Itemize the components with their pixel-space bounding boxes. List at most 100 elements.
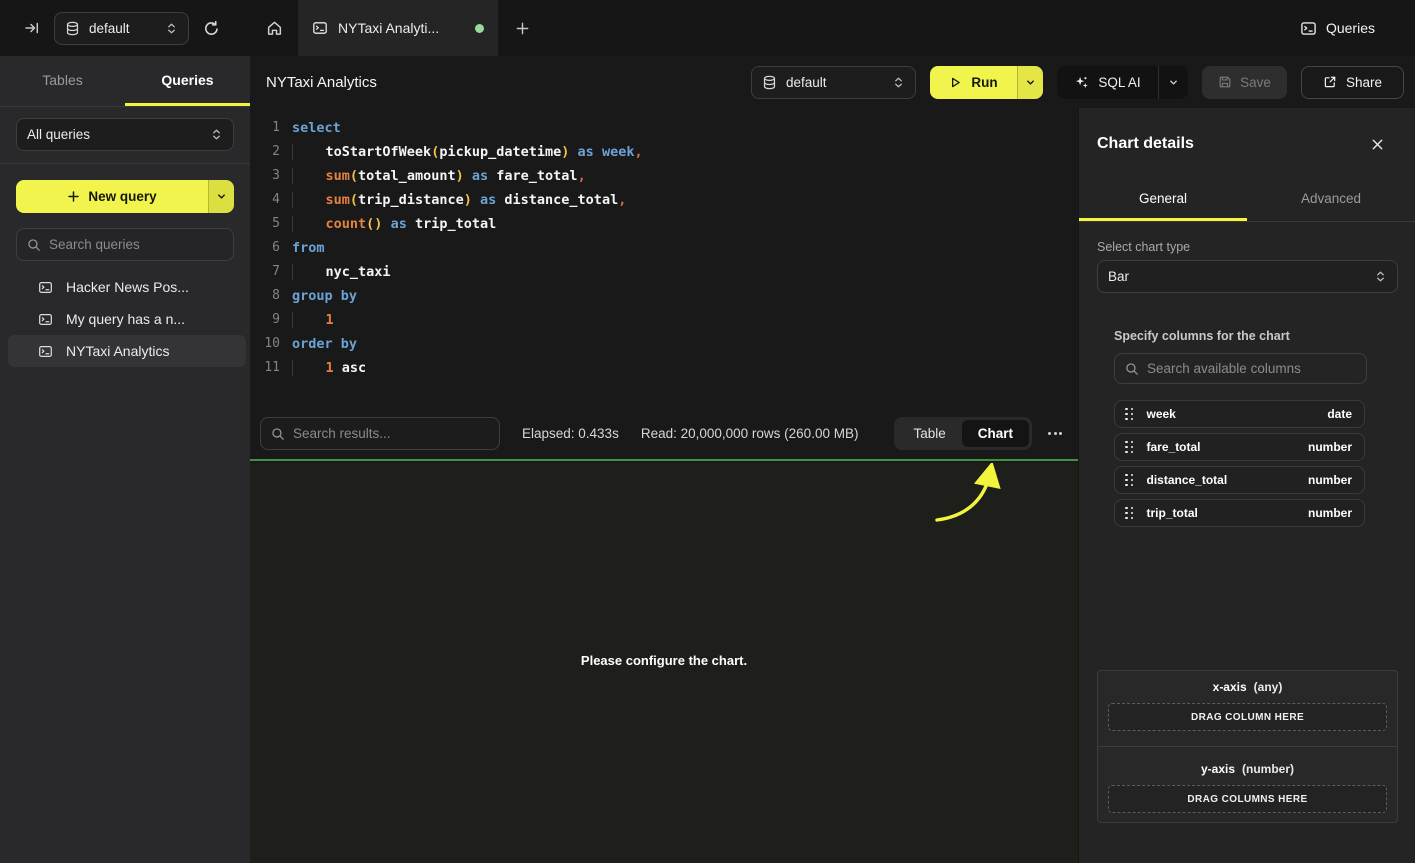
drag-handle-icon[interactable] xyxy=(1125,507,1134,520)
line-number: 4 xyxy=(250,188,280,212)
search-icon xyxy=(271,427,285,441)
close-panel-button[interactable] xyxy=(1370,137,1385,152)
database-selector[interactable]: default xyxy=(54,12,189,45)
x-axis-dropzone[interactable]: DRAG COLUMN HERE xyxy=(1108,703,1387,731)
run-button[interactable]: Run xyxy=(930,66,1017,99)
sql-editor[interactable]: 1234567891011 select toStartOfWeek(picku… xyxy=(250,108,1078,408)
unsaved-changes-dot xyxy=(475,24,484,33)
code-line: select xyxy=(292,116,1078,140)
chart-area: Please configure the chart. xyxy=(250,463,1078,863)
chevron-down-icon xyxy=(1025,77,1036,88)
tab-advanced-label: Advanced xyxy=(1301,191,1361,206)
queries-button[interactable]: Queries xyxy=(1300,20,1375,37)
results-search-input[interactable] xyxy=(293,426,489,441)
share-button[interactable]: Share xyxy=(1301,66,1404,99)
search-icon xyxy=(1125,362,1139,376)
sql-ai-button[interactable]: SQL AI xyxy=(1057,66,1188,99)
home-icon xyxy=(266,20,283,37)
tab-tables[interactable]: Tables xyxy=(0,56,125,106)
code-line: nyc_taxi xyxy=(292,260,1078,284)
view-toggle: Table Chart xyxy=(894,417,1032,450)
chart-type-label: Select chart type xyxy=(1097,240,1397,254)
new-query-split-button: New query xyxy=(16,180,234,213)
column-type: date xyxy=(1327,407,1352,421)
code-line: sum(trip_distance) as distance_total, xyxy=(292,188,1078,212)
query-item-label: Hacker News Pos... xyxy=(66,279,189,295)
y-axis-header: y-axis (number) xyxy=(1098,747,1397,776)
database-icon xyxy=(65,21,80,36)
x-axis-section: x-axis (any) DRAG COLUMN HERE xyxy=(1098,671,1397,746)
drag-handle-icon[interactable] xyxy=(1125,408,1134,421)
line-number: 10 xyxy=(250,332,280,356)
new-tab-button[interactable] xyxy=(498,0,546,56)
query-filter-select[interactable]: All queries xyxy=(16,118,234,151)
code-line: 1 asc xyxy=(292,356,1078,380)
table-view-button[interactable]: Table xyxy=(897,420,961,447)
drag-handle-icon[interactable] xyxy=(1125,474,1134,487)
tab-tables-label: Tables xyxy=(42,72,82,88)
save-button[interactable]: Save xyxy=(1202,66,1287,99)
new-query-button[interactable]: New query xyxy=(16,180,208,213)
tab-nytaxi-analytics[interactable]: NYTaxi Analyti... xyxy=(298,0,498,56)
sql-ai-dropdown[interactable] xyxy=(1158,66,1188,99)
query-list-item[interactable]: NYTaxi Analytics xyxy=(8,335,246,367)
column-type: number xyxy=(1308,506,1352,520)
run-database-selector[interactable]: default xyxy=(751,66,916,99)
sql-ai-label: SQL AI xyxy=(1098,75,1140,90)
refresh-icon xyxy=(203,20,220,37)
query-search-input[interactable] xyxy=(49,237,226,252)
column-row[interactable]: trip_total number xyxy=(1114,499,1365,527)
column-row[interactable]: fare_totalnumber xyxy=(1114,433,1365,461)
sparkle-icon xyxy=(1074,75,1089,90)
plus-icon xyxy=(67,190,80,203)
save-icon xyxy=(1218,75,1232,89)
axis-config-card: x-axis (any) DRAG COLUMN HERE y-axis (nu… xyxy=(1097,670,1398,823)
sidebar-collapse-button[interactable] xyxy=(24,20,40,36)
tab-general[interactable]: General xyxy=(1079,178,1247,221)
query-icon xyxy=(1300,20,1317,37)
column-type: number xyxy=(1308,473,1352,487)
line-number: 2 xyxy=(250,140,280,164)
chart-view-button[interactable]: Chart xyxy=(962,420,1029,447)
chevron-updown-icon xyxy=(210,128,223,141)
line-number: 8 xyxy=(250,284,280,308)
refresh-button[interactable] xyxy=(203,20,220,37)
more-options-button[interactable] xyxy=(1046,426,1064,441)
chevron-down-icon xyxy=(1168,77,1179,88)
query-list-item[interactable]: Hacker News Pos... xyxy=(8,271,246,303)
drag-handle-icon[interactable] xyxy=(1125,441,1134,454)
columns-search xyxy=(1114,353,1367,384)
query-list-item[interactable]: My query has a n... xyxy=(8,303,246,335)
query-icon xyxy=(38,312,53,327)
topbar-right: Queries xyxy=(1300,20,1415,37)
y-axis-dropzone[interactable]: DRAG COLUMNS HERE xyxy=(1108,785,1387,813)
x-axis-header: x-axis (any) xyxy=(1098,671,1397,694)
chart-type-value: Bar xyxy=(1108,269,1365,284)
column-name: trip_total xyxy=(1147,506,1198,520)
home-button[interactable] xyxy=(250,0,298,56)
arrow-to-bar-icon xyxy=(24,20,40,36)
tab-title: NYTaxi Analyti... xyxy=(338,20,439,36)
run-options-button[interactable] xyxy=(1017,66,1043,99)
run-database-value: default xyxy=(786,75,883,90)
new-query-dropdown-button[interactable] xyxy=(208,180,234,213)
chart-details-panel: Chart details General Advanced Select ch… xyxy=(1078,108,1415,863)
chart-type-select[interactable]: Bar xyxy=(1097,260,1398,293)
chevron-down-icon xyxy=(216,191,227,202)
line-number: 3 xyxy=(250,164,280,188)
columns-section-label: Specify columns for the chart xyxy=(1114,329,1397,343)
plus-icon xyxy=(515,21,530,36)
column-row[interactable]: weekdate xyxy=(1114,400,1365,428)
query-icon xyxy=(312,20,328,36)
column-row[interactable]: distance_totalnumber xyxy=(1114,466,1365,494)
code-line: 1 xyxy=(292,308,1078,332)
code-line: group by xyxy=(292,284,1078,308)
queries-button-label: Queries xyxy=(1326,20,1375,36)
columns-search-input[interactable] xyxy=(1147,361,1356,376)
line-number: 6 xyxy=(250,236,280,260)
database-icon xyxy=(762,75,777,90)
line-number: 7 xyxy=(250,260,280,284)
header-controls: default Run SQL AI Save Share xyxy=(751,66,1404,99)
tab-advanced[interactable]: Advanced xyxy=(1247,178,1415,221)
tab-queries[interactable]: Queries xyxy=(125,56,250,106)
